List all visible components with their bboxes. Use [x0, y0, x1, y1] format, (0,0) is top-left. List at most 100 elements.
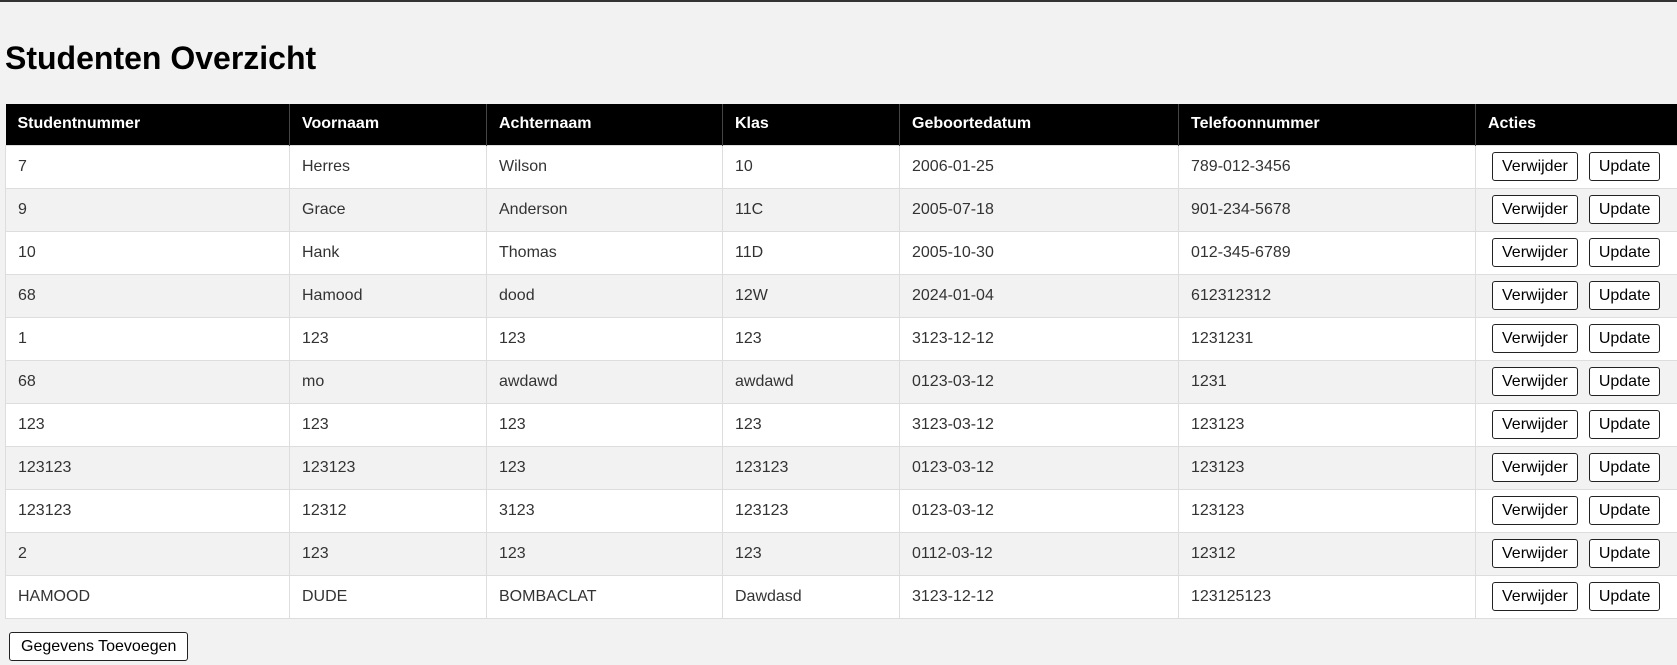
update-button[interactable]: Update: [1588, 453, 1661, 482]
cell-acties: Verwijder Update: [1475, 445, 1677, 490]
header-row: Studentnummer Voornaam Achternaam Klas G…: [5, 104, 1677, 145]
table-row: 1231231231231231231230123-03-12123123Ver…: [5, 445, 1677, 490]
cell-voornaam: DUDE: [289, 574, 487, 619]
cell-geboortedatum: 2024-01-04: [899, 273, 1179, 318]
cell-geboortedatum: 3123-12-12: [899, 574, 1179, 619]
cell-klas: 123: [722, 531, 900, 576]
cell-achternaam: dood: [486, 273, 723, 318]
cell-acties: Verwijder Update: [1475, 359, 1677, 404]
table-row: HAMOOD DUDE BOMBACLAT Dawdasd 3123-12-12 1231…: [5, 574, 1677, 619]
delete-button[interactable]: Verwijder: [1492, 281, 1578, 310]
page-title: Studenten Overzicht: [5, 40, 317, 76]
cell-voornaam: Herres: [289, 144, 487, 189]
students-table: Studentnummer Voornaam Achternaam Klas G…: [5, 104, 1677, 619]
update-button[interactable]: Update: [1588, 238, 1661, 267]
update-button[interactable]: Update: [1588, 539, 1661, 568]
cell-acties: Verwijder Update: [1475, 316, 1677, 361]
cell-acties: Verwijder Update: [1475, 574, 1677, 619]
cell-telefoonnummer: 123123: [1178, 445, 1476, 490]
cell-achternaam: Wilson: [486, 144, 723, 189]
cell-studentnummer: 1: [5, 316, 290, 361]
update-button[interactable]: Update: [1588, 582, 1661, 611]
table-row: 9 Grace Anderson 11C 2005-07-18 901-234-5678 V…: [5, 187, 1677, 232]
cell-achternaam: 123: [486, 316, 723, 361]
delete-button[interactable]: Verwijder: [1492, 152, 1578, 181]
cell-voornaam: 12312: [289, 488, 487, 533]
header-acties: Acties: [1475, 104, 1677, 145]
table-header: Studentnummer Voornaam Achternaam Klas G…: [5, 104, 1677, 145]
delete-button[interactable]: Verwijder: [1492, 453, 1578, 482]
cell-acties: Verwijder Update: [1475, 144, 1677, 189]
cell-studentnummer: 68: [5, 273, 290, 318]
table-row: 1231231231231231231230123-03-12123123Ver…: [5, 488, 1677, 533]
delete-button[interactable]: Verwijder: [1492, 367, 1578, 396]
cell-klas: 11C: [722, 187, 900, 232]
update-button[interactable]: Update: [1588, 152, 1661, 181]
page: Studenten Overzicht Studentnummer Voorna…: [0, 42, 1677, 661]
cell-geboortedatum: 3123-03-12: [899, 402, 1179, 447]
delete-button[interactable]: Verwijder: [1492, 324, 1578, 353]
add-data-button[interactable]: Gegevens Toevoegen: [9, 631, 189, 661]
cell-acties: Verwijder Update: [1475, 531, 1677, 576]
cell-geboortedatum: 3123-12-12: [899, 316, 1179, 361]
update-button[interactable]: Update: [1588, 496, 1661, 525]
cell-klas: 12W: [722, 273, 900, 318]
table-row: 2 123 123 123 0112-03-12 12312 Verwijder Update: [5, 531, 1677, 576]
cell-klas: 123: [722, 316, 900, 361]
update-button[interactable]: Update: [1588, 195, 1661, 224]
cell-achternaam: 3123: [486, 488, 723, 533]
header-geboortedatum: Geboortedatum: [899, 104, 1179, 145]
delete-button[interactable]: Verwijder: [1492, 195, 1578, 224]
delete-button[interactable]: Verwijder: [1492, 238, 1578, 267]
cell-voornaam: Hank: [289, 230, 487, 275]
cell-studentnummer: 10: [5, 230, 290, 275]
cell-achternaam: Anderson: [486, 187, 723, 232]
update-button[interactable]: Update: [1588, 410, 1661, 439]
cell-telefoonnummer: 123123: [1178, 402, 1476, 447]
cell-acties: Verwijder Update: [1475, 273, 1677, 318]
cell-klas: 123123: [722, 445, 900, 490]
cell-achternaam: 123: [486, 531, 723, 576]
cell-studentnummer: 123: [5, 402, 290, 447]
header-studentnummer: Studentnummer: [5, 104, 290, 145]
cell-achternaam: BOMBACLAT: [486, 574, 723, 619]
cell-klas: 11D: [722, 230, 900, 275]
cell-geboortedatum: 0123-03-12: [899, 488, 1179, 533]
cell-klas: 10: [722, 144, 900, 189]
cell-studentnummer: 9: [5, 187, 290, 232]
cell-geboortedatum: 0123-03-12: [899, 359, 1179, 404]
cell-acties: Verwijder Update: [1475, 230, 1677, 275]
update-button[interactable]: Update: [1588, 367, 1661, 396]
table-row: 123 123 123 123 3123-03-12 123123 Verwijder Upd…: [5, 402, 1677, 447]
cell-voornaam: Grace: [289, 187, 487, 232]
cell-telefoonnummer: 789-012-3456: [1178, 144, 1476, 189]
cell-telefoonnummer: 12312: [1178, 531, 1476, 576]
delete-button[interactable]: Verwijder: [1492, 410, 1578, 439]
cell-geboortedatum: 2005-07-18: [899, 187, 1179, 232]
table-row: 1 123 123 123 3123-12-12 1231231 Verwijder Upda…: [5, 316, 1677, 361]
cell-voornaam: 123: [289, 531, 487, 576]
cell-studentnummer: 7: [5, 144, 290, 189]
cell-studentnummer: 123123: [5, 488, 290, 533]
delete-button[interactable]: Verwijder: [1492, 496, 1578, 525]
delete-button[interactable]: Verwijder: [1492, 582, 1578, 611]
cell-telefoonnummer: 123125123: [1178, 574, 1476, 619]
table-row: 7 Herres Wilson 10 2006-01-25 789-012-3456 Ver…: [5, 144, 1677, 189]
footer: Gegevens Toevoegen: [5, 631, 1677, 661]
cell-studentnummer: HAMOOD: [5, 574, 290, 619]
update-button[interactable]: Update: [1588, 324, 1661, 353]
cell-klas: 123: [722, 402, 900, 447]
cell-klas: 123123: [722, 488, 900, 533]
table-body: 7 Herres Wilson 10 2006-01-25 789-012-3456 Ver…: [5, 144, 1677, 619]
cell-geboortedatum: 0112-03-12: [899, 531, 1179, 576]
cell-voornaam: mo: [289, 359, 487, 404]
delete-button[interactable]: Verwijder: [1492, 539, 1578, 568]
cell-achternaam: awdawd: [486, 359, 723, 404]
cell-klas: awdawd: [722, 359, 900, 404]
update-button[interactable]: Update: [1588, 281, 1661, 310]
cell-voornaam: 123123: [289, 445, 487, 490]
cell-achternaam: 123: [486, 445, 723, 490]
cell-achternaam: Thomas: [486, 230, 723, 275]
cell-telefoonnummer: 012-345-6789: [1178, 230, 1476, 275]
header-achternaam: Achternaam: [486, 104, 723, 145]
